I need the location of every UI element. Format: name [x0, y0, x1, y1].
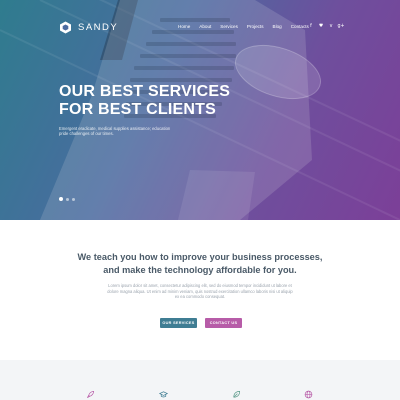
- hero-title-line1-pre: OUR: [59, 83, 100, 100]
- brand[interactable]: SANDY: [59, 21, 118, 34]
- slider-dots: [59, 197, 78, 201]
- intro-heading-line2: and make the technology affordable for y…: [103, 265, 297, 275]
- brand-name: SANDY: [78, 22, 119, 33]
- hero-title: OUR BEST SERVICES FOR BEST CLIENTS: [59, 83, 230, 119]
- nav-link-projects[interactable]: Projects: [247, 24, 264, 29]
- google-plus-icon[interactable]: g+: [336, 24, 346, 30]
- intro-heading-line1: We teach you how to improve your busines…: [77, 252, 323, 262]
- slider-dot[interactable]: [72, 197, 75, 201]
- nav-link-blog[interactable]: Blog: [273, 24, 282, 29]
- hero-description: Emergent eradicate, medical supplies ass…: [59, 126, 171, 137]
- features-strip: [0, 360, 400, 400]
- navbar: SANDY Home About Services Projects Blog …: [0, 0, 400, 56]
- globe-icon: [304, 390, 313, 399]
- rocket-icon: [87, 390, 95, 398]
- slider-dot[interactable]: [66, 197, 69, 201]
- main-nav: Home About Services Projects Blog Contac…: [178, 24, 318, 29]
- social-links: f ♥ v g+: [306, 24, 346, 30]
- hero-title-line2: FOR BEST CLIENTS: [59, 101, 216, 118]
- leaf-icon: [233, 390, 241, 398]
- hero-title-line1-bold: BEST: [99, 83, 144, 100]
- facebook-icon[interactable]: f: [306, 24, 316, 30]
- nav-link-services[interactable]: Services: [220, 24, 238, 29]
- hero-title-line1-post: SERVICES: [143, 83, 231, 100]
- our-services-button[interactable]: OUR SERVICES: [160, 318, 197, 328]
- nav-link-home[interactable]: Home: [178, 24, 190, 29]
- hexagon-logo-icon: [60, 21, 71, 34]
- contact-us-button[interactable]: CONTACT US: [205, 318, 242, 328]
- intro-heading: We teach you how to improve your busines…: [50, 251, 350, 277]
- nav-link-about[interactable]: About: [199, 24, 211, 29]
- slider-dot-active[interactable]: [59, 197, 63, 201]
- graduation-cap-icon: [159, 391, 168, 398]
- intro-text: Lorem ipsum dolor sit amet, consectetur …: [107, 283, 293, 300]
- vimeo-icon[interactable]: v: [326, 24, 336, 30]
- hero-section: SANDY Home About Services Projects Blog …: [0, 0, 400, 220]
- twitter-icon[interactable]: ♥: [316, 24, 326, 30]
